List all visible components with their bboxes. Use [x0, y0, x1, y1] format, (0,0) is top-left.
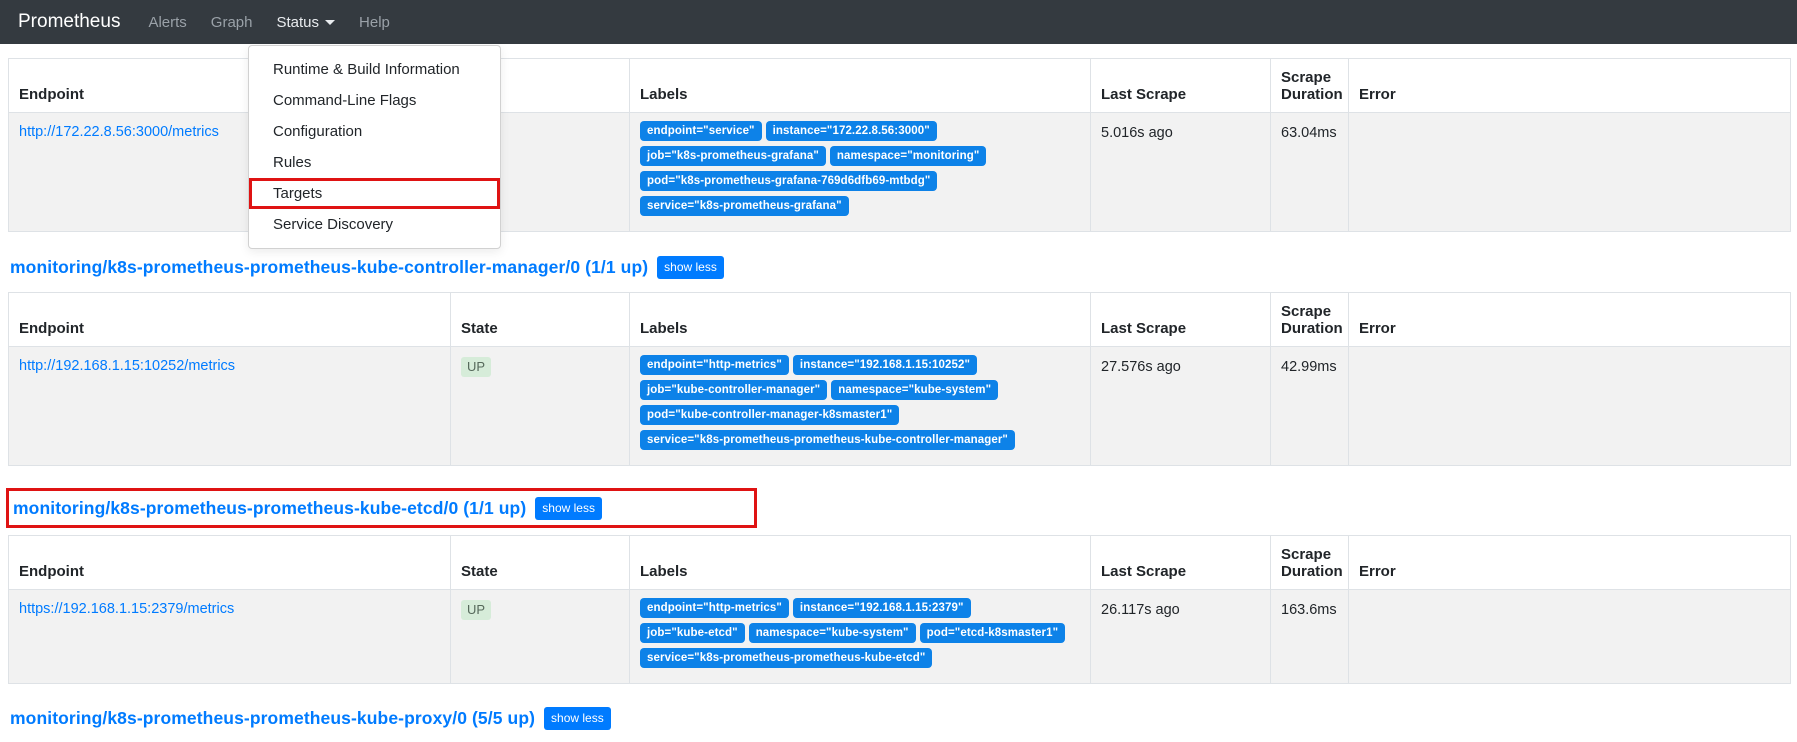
- label-badge: job="kube-controller-manager": [640, 380, 827, 400]
- target-section: monitoring/k8s-prometheus-prometheus-kub…: [0, 706, 1797, 742]
- label-badge: job="k8s-prometheus-grafana": [640, 146, 826, 166]
- error-value: [1349, 347, 1791, 466]
- section-title: monitoring/k8s-prometheus-prometheus-kub…: [13, 498, 526, 519]
- nav-item-graph[interactable]: Graph: [211, 14, 253, 31]
- last-scrape-value: 5.016s ago: [1091, 113, 1271, 232]
- state-up-badge: UP: [461, 600, 491, 620]
- label-badge: service="k8s-prometheus-prometheus-kube-…: [640, 648, 932, 668]
- label-badge: namespace="monitoring": [830, 146, 987, 166]
- status-dropdown-menu: Runtime & Build InformationCommand-Line …: [248, 45, 501, 249]
- label-badge: service="k8s-prometheus-prometheus-kube-…: [640, 430, 1015, 450]
- error-value: [1349, 590, 1791, 684]
- dropdown-item-configuration[interactable]: Configuration: [249, 116, 500, 147]
- scrape-duration-value: 163.6ms: [1271, 590, 1349, 684]
- nav-item-help[interactable]: Help: [359, 14, 390, 31]
- label-badge: pod="k8s-prometheus-grafana-769d6dfb69-m…: [640, 171, 937, 191]
- column-header-error: Error: [1349, 536, 1791, 590]
- section-title: monitoring/k8s-prometheus-prometheus-kub…: [10, 708, 535, 729]
- section-title: monitoring/k8s-prometheus-prometheus-kub…: [10, 257, 648, 278]
- label-badge: job="kube-etcd": [640, 623, 745, 643]
- label-badge: endpoint="http-metrics": [640, 355, 789, 375]
- label-badge: instance="192.168.1.15:10252": [793, 355, 977, 375]
- targets-table: EndpointStateLabelsLast ScrapeScrape Dur…: [8, 535, 1791, 684]
- column-header-labels: Labels: [630, 293, 1091, 347]
- dropdown-item-service-discovery[interactable]: Service Discovery: [249, 209, 500, 240]
- caret-down-icon: [325, 20, 335, 25]
- column-header-scrape-duration: Scrape Duration: [1271, 293, 1349, 347]
- show-less-button[interactable]: show less: [544, 707, 611, 730]
- endpoint-link[interactable]: http://172.22.8.56:3000/metrics: [19, 124, 219, 140]
- dropdown-item-rules[interactable]: Rules: [249, 147, 500, 178]
- column-header-labels: Labels: [630, 536, 1091, 590]
- column-header-last-scrape: Last Scrape: [1091, 536, 1271, 590]
- target-section: monitoring/k8s-prometheus-prometheus-kub…: [0, 255, 1797, 466]
- column-header-state: State: [451, 293, 630, 347]
- column-header-scrape-duration: Scrape Duration: [1271, 59, 1349, 113]
- column-header-state: State: [451, 536, 630, 590]
- column-header-last-scrape: Last Scrape: [1091, 293, 1271, 347]
- dropdown-item-command-line-flags[interactable]: Command-Line Flags: [249, 85, 500, 116]
- target-section: monitoring/k8s-prometheus-prometheus-kub…: [0, 488, 1797, 684]
- nav-item-status-label: Status: [277, 14, 320, 31]
- section-header: monitoring/k8s-prometheus-prometheus-kub…: [10, 706, 1797, 730]
- dropdown-item-targets[interactable]: Targets: [249, 178, 500, 209]
- column-header-last-scrape: Last Scrape: [1091, 59, 1271, 113]
- column-header-scrape-duration: Scrape Duration: [1271, 536, 1349, 590]
- column-header-endpoint: Endpoint: [9, 293, 451, 347]
- scrape-duration-value: 42.99ms: [1271, 347, 1349, 466]
- column-header-error: Error: [1349, 59, 1791, 113]
- label-badge: pod="kube-controller-manager-k8smaster1": [640, 405, 899, 425]
- section-header: monitoring/k8s-prometheus-prometheus-kub…: [10, 255, 1797, 279]
- show-less-button[interactable]: show less: [535, 497, 602, 520]
- label-badge: instance="172.22.8.56:3000": [766, 121, 937, 141]
- table-header-row: EndpointStateLabelsLast ScrapeScrape Dur…: [9, 536, 1791, 590]
- label-badge: pod="etcd-k8smaster1": [920, 623, 1066, 643]
- label-badge: namespace="kube-system": [749, 623, 916, 643]
- label-badge: namespace="kube-system": [831, 380, 998, 400]
- scrape-duration-value: 63.04ms: [1271, 113, 1349, 232]
- state-up-badge: UP: [461, 357, 491, 377]
- nav-item-status[interactable]: Status: [277, 14, 336, 31]
- column-header-error: Error: [1349, 293, 1791, 347]
- label-badge: endpoint="http-metrics": [640, 598, 789, 618]
- label-badge: service="k8s-prometheus-grafana": [640, 196, 849, 216]
- label-badge: instance="192.168.1.15:2379": [793, 598, 971, 618]
- error-value: [1349, 113, 1791, 232]
- show-less-button[interactable]: show less: [657, 256, 724, 279]
- table-header-row: EndpointStateLabelsLast ScrapeScrape Dur…: [9, 293, 1791, 347]
- app-brand[interactable]: Prometheus: [18, 11, 120, 33]
- endpoint-link[interactable]: http://192.168.1.15:10252/metrics: [19, 358, 235, 374]
- target-row: http://192.168.1.15:10252/metrics UP endpo…: [9, 347, 1791, 466]
- target-row: https://192.168.1.15:2379/metrics UP endpo…: [9, 590, 1791, 684]
- annotation-red-box: monitoring/k8s-prometheus-prometheus-kub…: [6, 488, 757, 528]
- section-header: monitoring/k8s-prometheus-prometheus-kub…: [13, 496, 754, 520]
- label-badge: endpoint="service": [640, 121, 762, 141]
- top-navbar: Prometheus Alerts Graph Status Help: [0, 0, 1797, 44]
- nav-item-alerts[interactable]: Alerts: [148, 14, 186, 31]
- endpoint-link[interactable]: https://192.168.1.15:2379/metrics: [19, 601, 234, 617]
- last-scrape-value: 26.117s ago: [1091, 590, 1271, 684]
- targets-table: EndpointStateLabelsLast ScrapeScrape Dur…: [8, 292, 1791, 466]
- column-header-labels: Labels: [630, 59, 1091, 113]
- last-scrape-value: 27.576s ago: [1091, 347, 1271, 466]
- column-header-endpoint: Endpoint: [9, 536, 451, 590]
- dropdown-item-runtime-build-information[interactable]: Runtime & Build Information: [249, 54, 500, 85]
